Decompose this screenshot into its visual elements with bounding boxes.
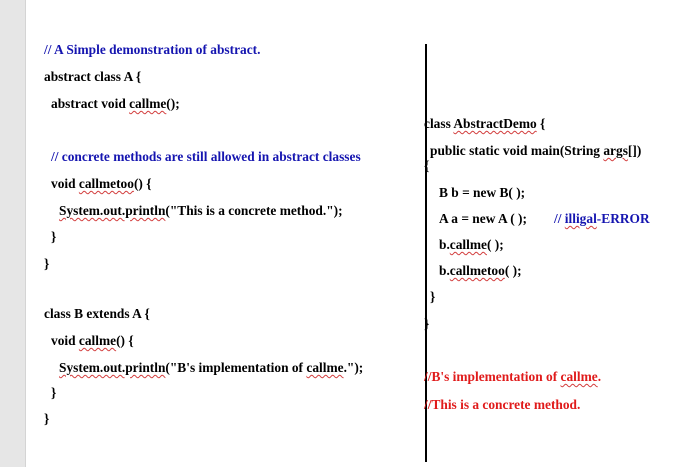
output-callme-end: .	[597, 369, 602, 384]
statement-new-b: B b = new B( );	[439, 185, 526, 200]
comment-concrete-methods: // concrete methods are still allowed in…	[51, 149, 361, 164]
illegal-comment-prefix: //	[554, 211, 565, 226]
illegal-comment-rest: -ERROR	[596, 211, 650, 226]
println-concrete-statement: System.out.println("This is a concrete m…	[59, 203, 343, 219]
call-b-callme-name: callme	[449, 237, 487, 252]
println-args-2: ("B's implementation of	[165, 360, 307, 375]
callmetoo-prefix: void	[51, 176, 79, 191]
left-margin-gutter	[0, 0, 26, 467]
abstract-method-declaration: abstract void callme();	[51, 96, 180, 112]
output-line-callme: //B's implementation of callme.	[424, 369, 601, 385]
abstract-method-name: callme	[129, 96, 167, 111]
callme-impl-name: callme	[78, 333, 117, 348]
class-a-declaration: abstract class A {	[44, 69, 142, 84]
main-method-signature: public static void main(String args[])	[430, 143, 641, 159]
class-keyword: class	[424, 116, 454, 131]
call-b-callme: b.callme( );	[439, 237, 504, 253]
callme-impl-declaration: void callme() {	[51, 333, 134, 349]
println-implementation-statement: System.out.println("B's implementation o…	[59, 360, 363, 376]
output-callme-prefix: //B's implementation of	[424, 369, 561, 384]
abstract-method-suffix: ();	[166, 96, 180, 111]
main-args-word: args	[603, 143, 628, 158]
callme-impl-suffix: () {	[116, 333, 134, 348]
callmetoo-suffix: () {	[133, 176, 152, 191]
println-args-1: ("This is a concrete method.");	[165, 203, 343, 218]
class-abstractdemo-declaration: class AbstractDemo {	[424, 116, 545, 132]
call-b-callmetoo-suffix: ( );	[504, 263, 522, 278]
illegal-comment-word: illigal	[564, 211, 597, 226]
document-page[interactable]: // A Simple demonstration of abstract. a…	[26, 0, 683, 467]
close-brace-class-b: }	[44, 411, 50, 426]
close-brace-class-a: }	[44, 256, 50, 271]
abstract-method-prefix: abstract void	[51, 96, 130, 111]
println-qualifier-1: System.out.println	[59, 203, 166, 218]
main-signature-suffix: [])	[627, 143, 642, 158]
close-brace-main: }	[430, 289, 436, 304]
println-args-2-end: .");	[343, 360, 364, 375]
println-qualifier-2: System.out.println	[59, 360, 166, 375]
output-line-concrete: //This is a concrete method.	[424, 397, 581, 412]
class-open-brace: {	[536, 116, 546, 131]
close-brace-callmetoo: }	[51, 229, 57, 244]
class-abstractdemo-name: AbstractDemo	[453, 116, 537, 131]
call-b-callmetoo-prefix: b.	[439, 263, 450, 278]
call-b-callme-suffix: ( );	[486, 237, 504, 252]
main-signature-prefix: public static void main(String	[430, 143, 604, 158]
call-b-callmetoo: b.callmetoo( );	[439, 263, 522, 279]
callmetoo-method-declaration: void callmetoo() {	[51, 176, 151, 192]
statement-new-a: A a = new A ( );	[439, 211, 527, 226]
output-callme-word: callme	[560, 369, 598, 384]
callmetoo-name: callmetoo	[78, 176, 134, 191]
close-brace-abstractdemo: }	[424, 316, 430, 331]
callme-impl-prefix: void	[51, 333, 79, 348]
call-b-callmetoo-name: callmetoo	[449, 263, 505, 278]
call-b-callme-prefix: b.	[439, 237, 450, 252]
comment-simple-demo: // A Simple demonstration of abstract.	[44, 42, 261, 57]
class-b-declaration: class B extends A {	[44, 306, 150, 321]
close-brace-callme: }	[51, 385, 57, 400]
main-open-brace: {	[424, 158, 430, 173]
println-callme-word: callme	[306, 360, 344, 375]
comment-illegal-error: // illigal-ERROR	[554, 211, 650, 227]
